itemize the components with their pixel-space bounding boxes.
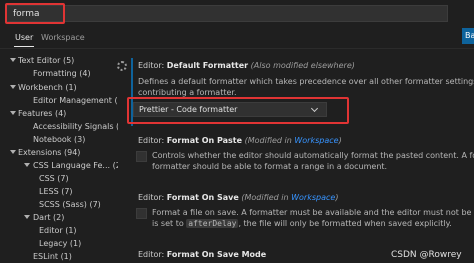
- toc-item-dart-legacy[interactable]: Legacy (1): [39, 239, 81, 248]
- toc-item-editor-management[interactable]: Editor Management (2): [33, 96, 118, 105]
- gear-icon[interactable]: [117, 61, 127, 71]
- toc-item-formatting[interactable]: Formatting (4): [33, 69, 91, 78]
- modified-suffix: ): [338, 136, 342, 145]
- modified-suffix: ): [335, 193, 339, 202]
- setting-title-format-on-save-mode: Editor: Format On Save Mode: [138, 250, 266, 259]
- chevron-down-icon[interactable]: [10, 150, 16, 154]
- chevron-down-icon[interactable]: [10, 85, 16, 89]
- setting-title-format-on-paste: Editor: Format On Paste (Modified in Wor…: [138, 136, 342, 145]
- setting-category: Editor:: [138, 136, 167, 145]
- setting-modified-note: (Modified in Workspace): [245, 136, 342, 145]
- watermark-text: CSDN @Rowrey: [391, 250, 462, 260]
- search-highlight-box: [5, 3, 65, 24]
- desc-text: , the file will only be formatted when s…: [238, 219, 452, 228]
- setting-modified-note: (Modified in Workspace): [241, 193, 338, 202]
- toc-item-css[interactable]: CSS (7): [39, 174, 69, 183]
- format-on-save-checkbox[interactable]: [136, 208, 147, 219]
- setting-description-line: Format a file on save. A formatter must …: [152, 208, 474, 217]
- toc-item-features[interactable]: Features (4): [18, 109, 66, 118]
- toc-item-eslint[interactable]: ESLint (1): [33, 252, 72, 261]
- toc-item-extensions[interactable]: Extensions (94): [18, 148, 80, 157]
- settings-toc: Text Editor (5) Formatting (4) Workbench…: [0, 52, 118, 263]
- format-on-paste-checkbox[interactable]: [136, 151, 147, 162]
- toc-item-text-editor[interactable]: Text Editor (5): [18, 56, 74, 65]
- setting-description-line: Controls whether the editor should autom…: [152, 151, 474, 160]
- toc-item-less[interactable]: LESS (7): [39, 187, 73, 196]
- toc-item-css-language-features[interactable]: CSS Language Fe... (21): [33, 161, 118, 170]
- chevron-down-icon[interactable]: [10, 111, 16, 115]
- settings-scope-tabs: User Workspace: [0, 28, 474, 49]
- setting-name: Format On Save: [166, 193, 239, 202]
- tab-workspace[interactable]: Workspace: [41, 33, 85, 42]
- toc-item-accessibility-signals[interactable]: Accessibility Signals (1): [33, 122, 118, 131]
- desc-text: is set to: [152, 219, 187, 228]
- backup-sync-button[interactable]: Ba: [462, 28, 474, 44]
- tab-user[interactable]: User: [15, 33, 33, 42]
- setting-name: Format On Paste: [166, 136, 243, 145]
- setting-category: Editor:: [138, 250, 167, 259]
- code-after-delay: afterDelay: [186, 219, 239, 228]
- dropdown-highlight-box: [127, 97, 349, 124]
- setting-description-line: formatter should be able to format a ran…: [152, 162, 388, 171]
- setting-modified-note[interactable]: (Also modified elsewhere): [251, 61, 355, 70]
- toc-item-dart-editor[interactable]: Editor (1): [39, 226, 77, 235]
- setting-description-line: Defines a default formatter which takes …: [138, 77, 474, 86]
- workspace-link[interactable]: Workspace: [291, 193, 335, 202]
- toc-item-scss[interactable]: SCSS (Sass) (7): [39, 200, 101, 209]
- setting-name: Format On Save Mode: [166, 250, 267, 259]
- toc-item-workbench[interactable]: Workbench (1): [18, 83, 77, 92]
- setting-description-line: is set to afterDelay, the file will only…: [152, 218, 474, 229]
- setting-name: Default Formatter: [166, 61, 249, 70]
- modified-prefix: (Modified in: [244, 136, 295, 145]
- setting-category: Editor:: [138, 193, 167, 202]
- chevron-down-icon[interactable]: [10, 58, 16, 62]
- setting-category: Editor:: [138, 61, 167, 70]
- setting-title-format-on-save: Editor: Format On Save (Modified in Work…: [138, 193, 338, 202]
- setting-title-default-formatter: Editor: Default Formatter (Also modified…: [138, 61, 355, 70]
- active-tab-indicator: [14, 46, 34, 47]
- workspace-link[interactable]: Workspace: [294, 136, 338, 145]
- modified-prefix: (Modified in: [241, 193, 292, 202]
- settings-search-input[interactable]: forma: [6, 5, 448, 22]
- toc-item-dart[interactable]: Dart (2): [33, 213, 64, 222]
- toc-item-notebook[interactable]: Notebook (3): [33, 135, 85, 144]
- chevron-down-icon[interactable]: [24, 215, 30, 219]
- search-bar-area: forma: [0, 0, 474, 28]
- chevron-down-icon[interactable]: [24, 163, 30, 167]
